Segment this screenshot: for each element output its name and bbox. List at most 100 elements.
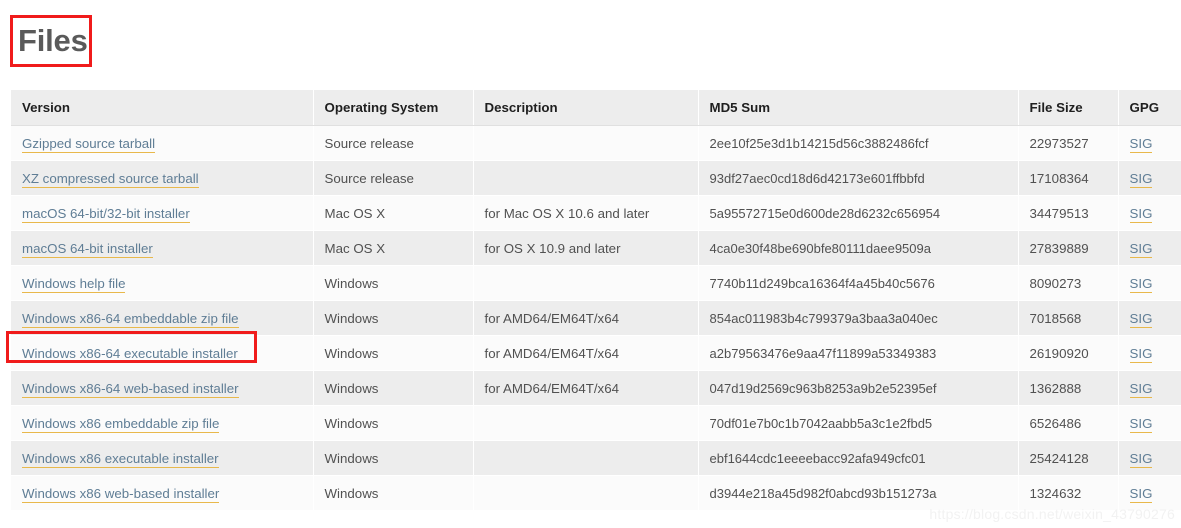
cell-operating-system: Windows [313, 266, 473, 301]
cell-md5-sum: 854ac011983b4c799379a3baa3a040ec [698, 301, 1018, 336]
gpg-signature-link[interactable]: SIG [1130, 206, 1153, 223]
cell-operating-system: Windows [313, 336, 473, 371]
cell-description [473, 126, 698, 161]
cell-description: for AMD64/EM64T/x64 [473, 336, 698, 371]
cell-version: Gzipped source tarball [11, 126, 313, 161]
cell-file-size: 8090273 [1018, 266, 1118, 301]
gpg-signature-link[interactable]: SIG [1130, 276, 1153, 293]
file-download-link[interactable]: Windows x86 web-based installer [22, 486, 219, 503]
file-download-link[interactable]: Gzipped source tarball [22, 136, 155, 153]
column-header-version: Version [11, 90, 313, 126]
gpg-signature-link[interactable]: SIG [1130, 381, 1153, 398]
cell-description: for AMD64/EM64T/x64 [473, 371, 698, 406]
file-download-link[interactable]: Windows x86-64 embeddable zip file [22, 311, 239, 328]
page-header: Files [0, 0, 1181, 88]
cell-description [473, 476, 698, 511]
gpg-signature-link[interactable]: SIG [1130, 171, 1153, 188]
table-row: Windows x86 web-based installer Windows d3… [11, 476, 1181, 511]
cell-file-size: 27839889 [1018, 231, 1118, 266]
cell-gpg: SIG [1118, 406, 1181, 441]
cell-operating-system: Windows [313, 371, 473, 406]
cell-operating-system: Windows [313, 406, 473, 441]
cell-file-size: 1362888 [1018, 371, 1118, 406]
cell-gpg: SIG [1118, 196, 1181, 231]
table-row: Gzipped source tarballSource release2ee1… [11, 126, 1181, 161]
cell-description [473, 441, 698, 476]
files-table-body: Gzipped source tarballSource release2ee1… [11, 126, 1181, 511]
gpg-signature-link[interactable]: SIG [1130, 136, 1153, 153]
cell-md5-sum: ebf1644cdc1eeeebacc92afa949cfc01 [698, 441, 1018, 476]
table-row: macOS 64-bit/32-bit installer Mac OS Xfor… [11, 196, 1181, 231]
cell-file-size: 25424128 [1018, 441, 1118, 476]
cell-description [473, 266, 698, 301]
gpg-signature-link[interactable]: SIG [1130, 311, 1153, 328]
file-download-link[interactable]: Windows help file [22, 276, 125, 293]
table-row: XZ compressed source tarball Source relea… [11, 161, 1181, 196]
table-header-row: Version Operating System Description MD5… [11, 90, 1181, 126]
page-title: Files [18, 22, 88, 60]
cell-md5-sum: 7740b11d249bca16364f4a45b40c5676 [698, 266, 1018, 301]
cell-file-size: 22973527 [1018, 126, 1118, 161]
table-row: macOS 64-bit installerMac OS Xfor OS X 1… [11, 231, 1181, 266]
column-header-gpg: GPG [1118, 90, 1181, 126]
cell-version: Windows x86 web-based installer [11, 476, 313, 511]
column-header-md5: MD5 Sum [698, 90, 1018, 126]
file-download-link[interactable]: Windows x86-64 executable installer [22, 346, 238, 363]
gpg-signature-link[interactable]: SIG [1130, 486, 1153, 503]
cell-file-size: 17108364 [1018, 161, 1118, 196]
cell-version: macOS 64-bit installer [11, 231, 313, 266]
cell-version: Windows x86 embeddable zip file [11, 406, 313, 441]
cell-file-size: 34479513 [1018, 196, 1118, 231]
table-row: Windows x86 embeddable zip file Windows 70… [11, 406, 1181, 441]
cell-file-size: 6526486 [1018, 406, 1118, 441]
cell-md5-sum: a2b79563476e9aa47f11899a53349383 [698, 336, 1018, 371]
cell-gpg: SIG [1118, 476, 1181, 511]
cell-operating-system: Mac OS X [313, 196, 473, 231]
table-row: Windows help file Windows 7740b11d249bca16… [11, 266, 1181, 301]
cell-version: XZ compressed source tarball [11, 161, 313, 196]
cell-gpg: SIG [1118, 266, 1181, 301]
gpg-signature-link[interactable]: SIG [1130, 346, 1153, 363]
cell-gpg: SIG [1118, 231, 1181, 266]
file-download-link[interactable]: XZ compressed source tarball [22, 171, 199, 188]
cell-gpg: SIG [1118, 301, 1181, 336]
cell-version: Windows x86 executable installer [11, 441, 313, 476]
gpg-signature-link[interactable]: SIG [1130, 241, 1153, 258]
cell-version: Windows x86-64 embeddable zip file [11, 301, 313, 336]
cell-md5-sum: 70df01e7b0c1b7042aabb5a3c1e2fbd5 [698, 406, 1018, 441]
cell-version: macOS 64-bit/32-bit installer [11, 196, 313, 231]
cell-gpg: SIG [1118, 126, 1181, 161]
cell-description [473, 161, 698, 196]
cell-version: Windows x86-64 executable installer [11, 336, 313, 371]
file-download-link[interactable]: Windows x86 executable installer [22, 451, 219, 468]
cell-description [473, 406, 698, 441]
cell-operating-system: Mac OS X [313, 231, 473, 266]
cell-gpg: SIG [1118, 336, 1181, 371]
file-download-link[interactable]: Windows x86 embeddable zip file [22, 416, 219, 433]
cell-operating-system: Source release [313, 126, 473, 161]
table-row: Windows x86-64 executable installer Windo… [11, 336, 1181, 371]
column-header-description: Description [473, 90, 698, 126]
cell-md5-sum: 4ca0e30f48be690bfe80111daee9509a [698, 231, 1018, 266]
file-download-link[interactable]: Windows x86-64 web-based installer [22, 381, 239, 398]
file-download-link[interactable]: macOS 64-bit installer [22, 241, 153, 258]
cell-md5-sum: 047d19d2569c963b8253a9b2e52395ef [698, 371, 1018, 406]
cell-md5-sum: 5a95572715e0d600de28d6232c656954 [698, 196, 1018, 231]
table-row: Windows x86-64 web-based installer Window… [11, 371, 1181, 406]
cell-gpg: SIG [1118, 441, 1181, 476]
cell-version: Windows x86-64 web-based installer [11, 371, 313, 406]
table-row: Windows x86 executable installerWindowse… [11, 441, 1181, 476]
cell-file-size: 26190920 [1018, 336, 1118, 371]
cell-gpg: SIG [1118, 371, 1181, 406]
cell-operating-system: Source release [313, 161, 473, 196]
file-download-link[interactable]: macOS 64-bit/32-bit installer [22, 206, 190, 223]
cell-operating-system: Windows [313, 301, 473, 336]
cell-file-size: 7018568 [1018, 301, 1118, 336]
table-row: Windows x86-64 embeddable zip file Window… [11, 301, 1181, 336]
cell-operating-system: Windows [313, 476, 473, 511]
gpg-signature-link[interactable]: SIG [1130, 416, 1153, 433]
gpg-signature-link[interactable]: SIG [1130, 451, 1153, 468]
cell-gpg: SIG [1118, 161, 1181, 196]
cell-md5-sum: d3944e218a45d982f0abcd93b151273a [698, 476, 1018, 511]
cell-description: for Mac OS X 10.6 and later [473, 196, 698, 231]
